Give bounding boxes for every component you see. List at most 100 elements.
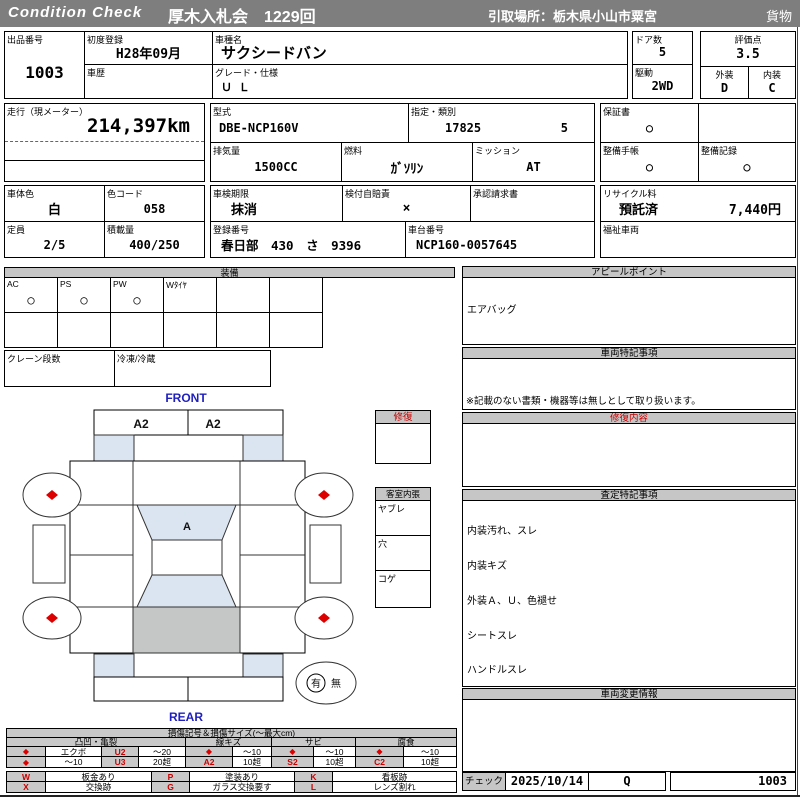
grade-cell: グレード・仕様 Ｕ Ｌ bbox=[212, 64, 628, 99]
equipment-cell-r2-6 bbox=[269, 312, 323, 348]
color-code-value: 058 bbox=[143, 201, 166, 216]
repair-content-body bbox=[462, 423, 796, 487]
transmission-value: AT bbox=[526, 160, 541, 174]
grade-value: Ｕ Ｌ bbox=[221, 80, 250, 94]
fuel-value: ｶﾞｿﾘﾝ bbox=[390, 161, 424, 177]
class-category-value: 5 bbox=[560, 121, 568, 135]
welfare-vehicle-label: 福祉車両 bbox=[603, 225, 640, 235]
check-label: チェック bbox=[462, 772, 506, 791]
model-name-cell: 車種名 サクシードバン bbox=[212, 31, 628, 65]
legend-size: 10超 bbox=[313, 756, 356, 768]
legend-code-s2: S2 bbox=[271, 756, 314, 768]
model-code-value: DBE-NCP160V bbox=[219, 121, 299, 135]
history-cell: 車歴 bbox=[84, 64, 213, 99]
equipment-cell-wtire: Wﾀｲﾔ bbox=[163, 277, 217, 313]
approval-label: 承認請求書 bbox=[473, 189, 519, 199]
brand-logo: Condition Check bbox=[8, 4, 143, 21]
spare-tire-indicator bbox=[295, 661, 357, 705]
damage-mark-front-bumper-left: A2 bbox=[133, 417, 149, 431]
category-badge: 貨物 bbox=[765, 9, 792, 24]
legend-size: ～10 bbox=[45, 756, 102, 768]
assessment-line: ハンドルスレ bbox=[467, 665, 527, 677]
vehicle-notes-disclaimer: ※記載のない書類・機器等は無しとして取り扱います。 bbox=[466, 396, 701, 407]
change-info-body bbox=[462, 699, 796, 772]
check-lot-value: 1003 bbox=[758, 774, 787, 788]
bottom-frame-line bbox=[0, 795, 800, 797]
legend-code-g: G bbox=[151, 781, 190, 793]
drive-value: 2WD bbox=[651, 78, 674, 93]
mileage-value: 214,397km bbox=[87, 115, 190, 137]
freezer-cell: 冷凍/冷蔵 bbox=[114, 350, 271, 387]
legend-diamond-icon: ◆ bbox=[6, 756, 46, 768]
registration-number-cell: 登録番号 春日部 430 さ 9396 bbox=[210, 221, 406, 258]
displacement-cell: 排気量 1500CC bbox=[210, 142, 342, 182]
assessment-line: 外装Ａ、Ｕ、色褪せ bbox=[467, 595, 557, 607]
mileage-cell: 走行（現メーター） 214,397km bbox=[4, 103, 205, 182]
equipment-cell-r2-1 bbox=[4, 312, 58, 348]
equipment-mark-ps: ○ bbox=[80, 293, 88, 307]
recycle-status-value: 預託済 bbox=[619, 203, 659, 218]
front-label: FRONT bbox=[165, 391, 207, 405]
approval-cell: 承認請求書 bbox=[470, 185, 595, 222]
inspection-value: 抹消 bbox=[231, 203, 258, 218]
rear-fender-right bbox=[242, 653, 284, 678]
legend-size: 10超 bbox=[232, 756, 272, 768]
equipment-cell-5 bbox=[216, 277, 270, 313]
first-registration-value: H28年09月 bbox=[115, 46, 182, 62]
auction-sheet: Condition Check 厚木入札会 1229回 引取場所：栃木県小山市粟… bbox=[0, 0, 800, 800]
cabin-lining-header: 客室内張 bbox=[375, 487, 431, 501]
pickup-location: 引取場所：栃木県小山市粟宮 bbox=[488, 9, 658, 24]
chassis-number-value: NCP160-0057645 bbox=[416, 237, 518, 252]
class-number-value: 17825 bbox=[445, 121, 482, 135]
damage-mark-front-bumper-right: A2 bbox=[205, 417, 221, 431]
exterior-grade-value: D bbox=[720, 80, 729, 95]
equipment-cell-ps: PS ○ bbox=[57, 277, 111, 313]
maintenance-record-cell: 整備記録 ○ bbox=[698, 142, 796, 182]
freezer-label: 冷凍/冷蔵 bbox=[117, 354, 156, 364]
maintenance-book-cell: 整備手帳 ○ bbox=[600, 142, 699, 182]
equipment-cell-r2-5 bbox=[216, 312, 270, 348]
front-fender-right bbox=[242, 434, 284, 462]
warranty-spare-cell bbox=[698, 103, 796, 143]
repair-box-body bbox=[375, 423, 431, 464]
cabin-row-tear: ヤブレ bbox=[375, 500, 431, 536]
assessment-line: 内装汚れ、スレ bbox=[467, 526, 538, 538]
equipment-cell-ac: AC ○ bbox=[4, 277, 58, 313]
spare-absent-label: 無 bbox=[331, 677, 341, 690]
class-cell: 指定・類別 17825 5 bbox=[408, 103, 595, 143]
side-panel-right bbox=[309, 524, 342, 584]
equipment-cell-r2-3 bbox=[110, 312, 164, 348]
rear-window bbox=[136, 574, 237, 608]
crane-cell: クレーン段数 bbox=[4, 350, 115, 387]
legend-code-x: X bbox=[6, 781, 46, 793]
assessment-line: シートスレ bbox=[467, 630, 517, 642]
model-code-cell: 型式 DBE-NCP160V bbox=[210, 103, 409, 143]
doors-cell: ドア数 5 bbox=[632, 31, 693, 65]
check-inspector-cell: Q bbox=[588, 772, 666, 791]
check-inspector-value: Q bbox=[623, 774, 631, 788]
equipment-mark-ac: ○ bbox=[27, 293, 35, 307]
maintenance-record-value: ○ bbox=[743, 160, 751, 174]
legend-code-g-label: ガラス交換要す bbox=[189, 781, 295, 793]
cabin-row-burn-label: コゲ bbox=[378, 574, 397, 584]
equipment-label-wtire: Wﾀｲﾔ bbox=[166, 280, 187, 290]
check-lot-cell: 1003 bbox=[670, 772, 796, 791]
title-bar: Condition Check 厚木入札会 1229回 引取場所：栃木県小山市粟… bbox=[0, 0, 800, 27]
lot-number-value: 1003 bbox=[25, 63, 64, 82]
doors-value: 5 bbox=[658, 45, 667, 59]
front-fender-left bbox=[93, 434, 135, 462]
chassis-number-cell: 車台番号 NCP160-0057645 bbox=[405, 221, 595, 258]
legend-code-l: L bbox=[294, 781, 333, 793]
assessment-notes-body: 内装汚れ、スレ 内装キズ 外装Ａ、Ｕ、色褪せ シートスレ ハンドルスレ 天張り汚… bbox=[462, 500, 796, 687]
color-code-cell: 色コード 058 bbox=[104, 185, 205, 222]
equipment-label-pw: PW bbox=[113, 279, 127, 289]
capacity-cell: 定員 2/5 bbox=[4, 221, 105, 258]
drive-cell: 駆動 2WD bbox=[632, 64, 693, 99]
recycle-fee-value: 7,440円 bbox=[728, 203, 781, 218]
insurance-value: × bbox=[402, 201, 411, 216]
repair-box-header: 修復 bbox=[375, 410, 431, 424]
appeal-line: ABS bbox=[467, 343, 791, 345]
maintenance-book-value: ○ bbox=[645, 160, 654, 174]
side-panel-left bbox=[32, 524, 66, 584]
crane-label: クレーン段数 bbox=[7, 354, 61, 364]
